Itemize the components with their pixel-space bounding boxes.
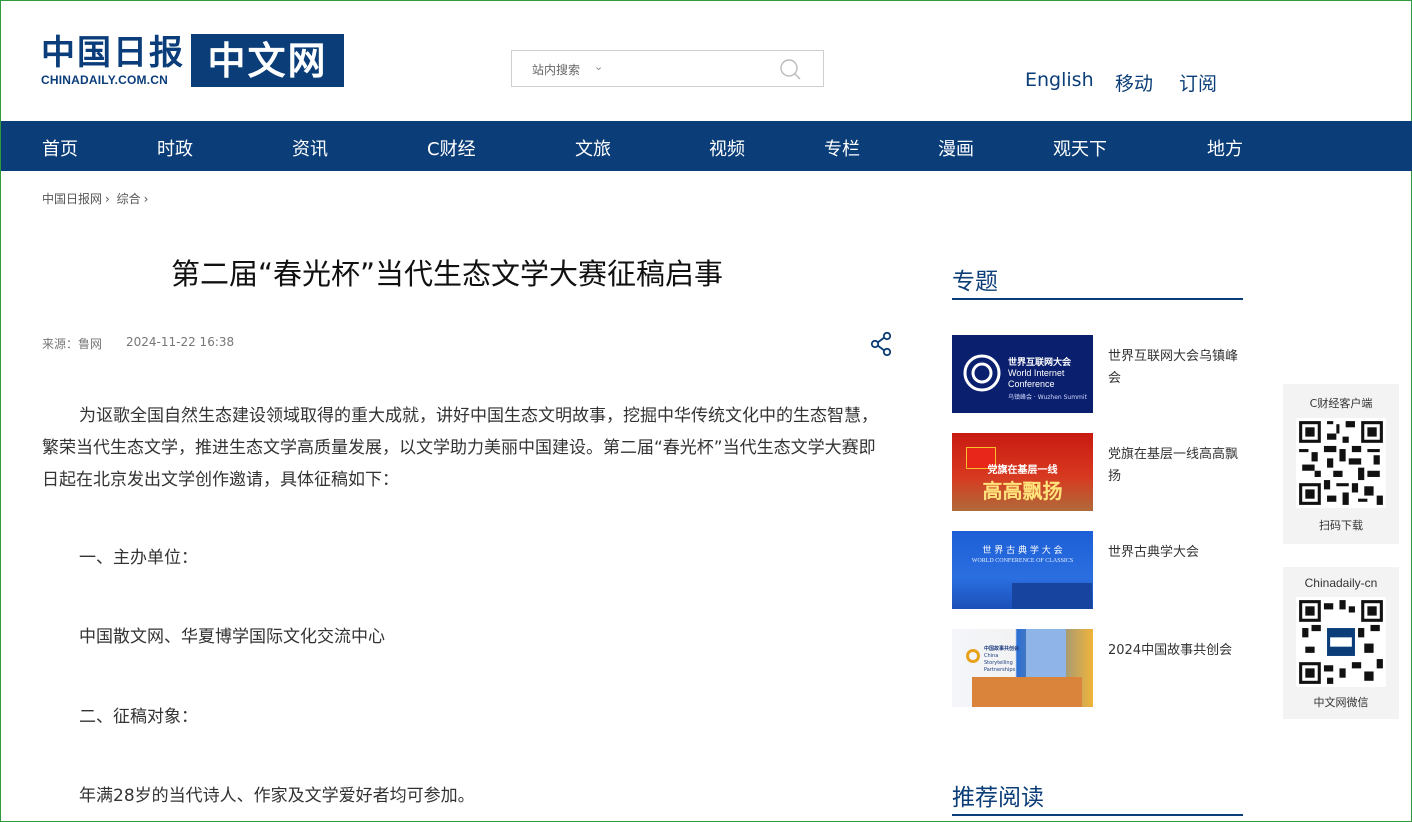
- recommend-heading: 推荐阅读: [952, 785, 1044, 811]
- article-paragraph: 为讴歌全国自然生态建设领域取得的重大成就，讲好中国生态文明故事，挖掘中华传统文化…: [42, 406, 878, 490]
- subscribe-link[interactable]: 订阅: [1179, 69, 1217, 96]
- nav-item-culture-travel[interactable]: 文旅: [575, 135, 611, 161]
- mobile-link[interactable]: 移动: [1115, 69, 1153, 96]
- thumbnail-caption: 世 界 古 典 学 大 会: [982, 546, 1063, 556]
- qr-top-label: C财经客户端: [1309, 397, 1373, 410]
- article-source: 来源：鲁网: [42, 337, 103, 351]
- article-paragraph: 二、征稿对象：: [79, 707, 198, 727]
- topic-link-story-partnerships[interactable]: 2024中国故事共创会: [1108, 640, 1243, 662]
- breadcrumb-category[interactable]: 综合: [117, 192, 141, 206]
- breadcrumb-home[interactable]: 中国日报网: [42, 192, 102, 206]
- topic-link-party-flag[interactable]: 党旗在基层一线高高飘扬: [1108, 444, 1243, 488]
- nav-item-video[interactable]: 视频: [709, 135, 745, 161]
- nav-item-news[interactable]: 资讯: [292, 135, 328, 161]
- breadcrumb: 中国日报网 › 综合 ›: [42, 190, 151, 207]
- breadcrumb-separator: ›: [105, 192, 110, 206]
- thumbnail-caption: Conference: [1008, 379, 1055, 389]
- thumbnail-caption: 乌镇峰会 · Wuzhen Summit: [1008, 394, 1087, 401]
- topic-thumbnail-internet-conference[interactable]: 世界互联网大会 World Internet Conference 乌镇峰会 ·…: [952, 335, 1093, 413]
- logo-box-text: 中文网: [191, 34, 344, 87]
- site-logo[interactable]: 中国日报 CHINADAILY.COM.CN 中文网: [41, 33, 345, 89]
- qr-code: [1296, 418, 1386, 508]
- thumbnail-caption: China Storytelling Partnerships: [984, 653, 1016, 673]
- article-title: 第二届“春光杯”当代生态文学大赛征稿启事: [171, 257, 724, 291]
- thumbnail-caption: World Internet: [1008, 368, 1065, 378]
- crowd-graphic: [972, 677, 1082, 707]
- article-paragraph: 年满28岁的当代诗人、作家及文学爱好者均可参加。: [79, 786, 475, 806]
- search-scope-select[interactable]: 站内搜索: [532, 61, 580, 78]
- topic-thumbnail-classics[interactable]: 世 界 古 典 学 大 会 WORLD CONFERENCE OF CLASSI…: [952, 531, 1093, 609]
- thumbnail-caption: WORLD CONFERENCE OF CLASSICS: [971, 558, 1074, 564]
- qr-card-finance-app: C财经客户端 扫码下载: [1283, 384, 1399, 544]
- nav-item-comics[interactable]: 漫画: [938, 135, 974, 161]
- topic-link-internet-conference[interactable]: 世界互联网大会乌镇峰会: [1108, 346, 1243, 390]
- article-date: 2024-11-22 16:38: [126, 335, 235, 349]
- nav-item-finance[interactable]: C财经: [427, 135, 476, 161]
- topics-heading: 专题: [952, 269, 998, 295]
- great-wall-graphic: [1012, 583, 1092, 609]
- nav-item-politics[interactable]: 时政: [157, 135, 193, 161]
- nav-item-world[interactable]: 观天下: [1053, 135, 1107, 161]
- site-search: 站内搜索 ⌄: [511, 50, 824, 87]
- article-paragraph: 中国散文网、华夏博学国际文化交流中心: [79, 627, 385, 647]
- partnership-logo-icon: [966, 649, 980, 663]
- thumbnail-caption: 党旗在基层一线: [987, 465, 1058, 476]
- nav-item-local[interactable]: 地方: [1207, 135, 1243, 161]
- english-link[interactable]: English: [1025, 69, 1094, 91]
- thumbnail-caption: 中国故事共创会: [984, 646, 1020, 652]
- chevron-down-icon[interactable]: ⌄: [594, 60, 603, 73]
- qr-bottom-label: 中文网微信: [1313, 696, 1369, 709]
- qr-code: [1296, 597, 1386, 687]
- thumbnail-caption: 高高飘扬: [982, 479, 1063, 503]
- qr-bottom-label: 扫码下载: [1319, 519, 1363, 532]
- article-paragraph: 一、主办单位：: [79, 548, 198, 568]
- search-input[interactable]: [612, 55, 772, 82]
- main-nav: 首页 时政 资讯 C财经 文旅 视频 专栏 漫画 观天下 地方: [1, 121, 1412, 171]
- share-icon[interactable]: [869, 331, 893, 357]
- topic-thumbnail-story-partnerships[interactable]: 中国故事共创会 China Storytelling Partnerships: [952, 629, 1093, 707]
- qr-card-wechat: Chinadaily-cn 中文网微信: [1283, 567, 1399, 719]
- breadcrumb-separator: ›: [143, 192, 149, 206]
- topics-divider: [952, 298, 1243, 300]
- qr-top-label: Chinadaily-cn: [1304, 576, 1378, 590]
- topic-thumbnail-party-flag[interactable]: 党旗在基层一线 高高飘扬: [952, 433, 1093, 511]
- thumbnail-caption: 世界互联网大会: [1008, 358, 1072, 368]
- logo-english-text: CHINADAILY.COM.CN: [41, 73, 168, 87]
- topic-link-classics[interactable]: 世界古典学大会: [1108, 542, 1243, 564]
- conference-logo-icon: [963, 354, 1001, 392]
- recommend-divider: [952, 814, 1243, 816]
- nav-item-home[interactable]: 首页: [42, 135, 78, 161]
- nav-item-columns[interactable]: 专栏: [824, 135, 860, 161]
- logo-chinese-text: 中国日报: [41, 33, 185, 73]
- search-icon[interactable]: [778, 57, 802, 81]
